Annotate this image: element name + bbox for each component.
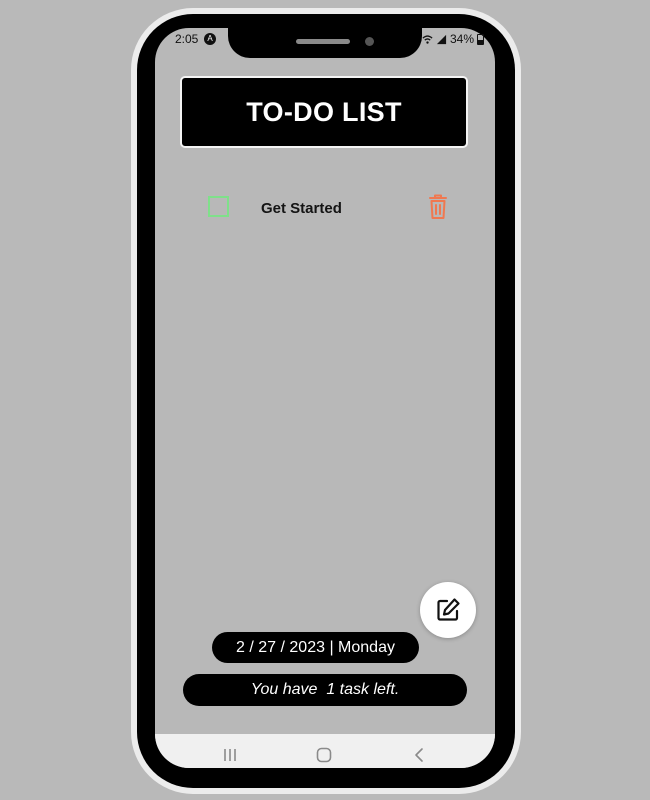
- trash-icon[interactable]: [426, 193, 450, 221]
- back-icon[interactable]: [413, 747, 425, 763]
- app-header: TO-DO LIST: [180, 76, 468, 148]
- task-checkbox[interactable]: [208, 196, 229, 217]
- app-notification-icon: A: [204, 33, 216, 45]
- date-text: 2 / 27 / 2023 | Monday: [236, 638, 395, 656]
- recents-icon[interactable]: [222, 748, 238, 762]
- add-task-button[interactable]: [420, 582, 476, 638]
- date-display: 2 / 27 / 2023 | Monday: [212, 632, 419, 663]
- battery-percentage: 34%: [450, 32, 475, 46]
- app-stage: 2:05 A 34% TO-DO LIST Get Started 2 / 27: [0, 0, 650, 800]
- wifi-icon: [422, 34, 433, 44]
- status-time: 2:05: [175, 32, 199, 46]
- page-title: TO-DO LIST: [246, 96, 402, 127]
- status-indicators: 34%: [422, 32, 485, 46]
- home-icon[interactable]: [316, 747, 332, 763]
- battery-icon: [477, 33, 485, 45]
- edit-icon: [437, 598, 460, 621]
- tasks-remaining-display: You have 1 task left.: [183, 674, 467, 706]
- task-label[interactable]: Get Started: [261, 200, 342, 217]
- tasks-remaining-text: You have 1 task left.: [250, 681, 400, 698]
- phone-notch: [228, 14, 422, 58]
- signal-icon: [436, 34, 447, 44]
- front-camera: [365, 37, 374, 46]
- speaker-grille: [296, 39, 350, 44]
